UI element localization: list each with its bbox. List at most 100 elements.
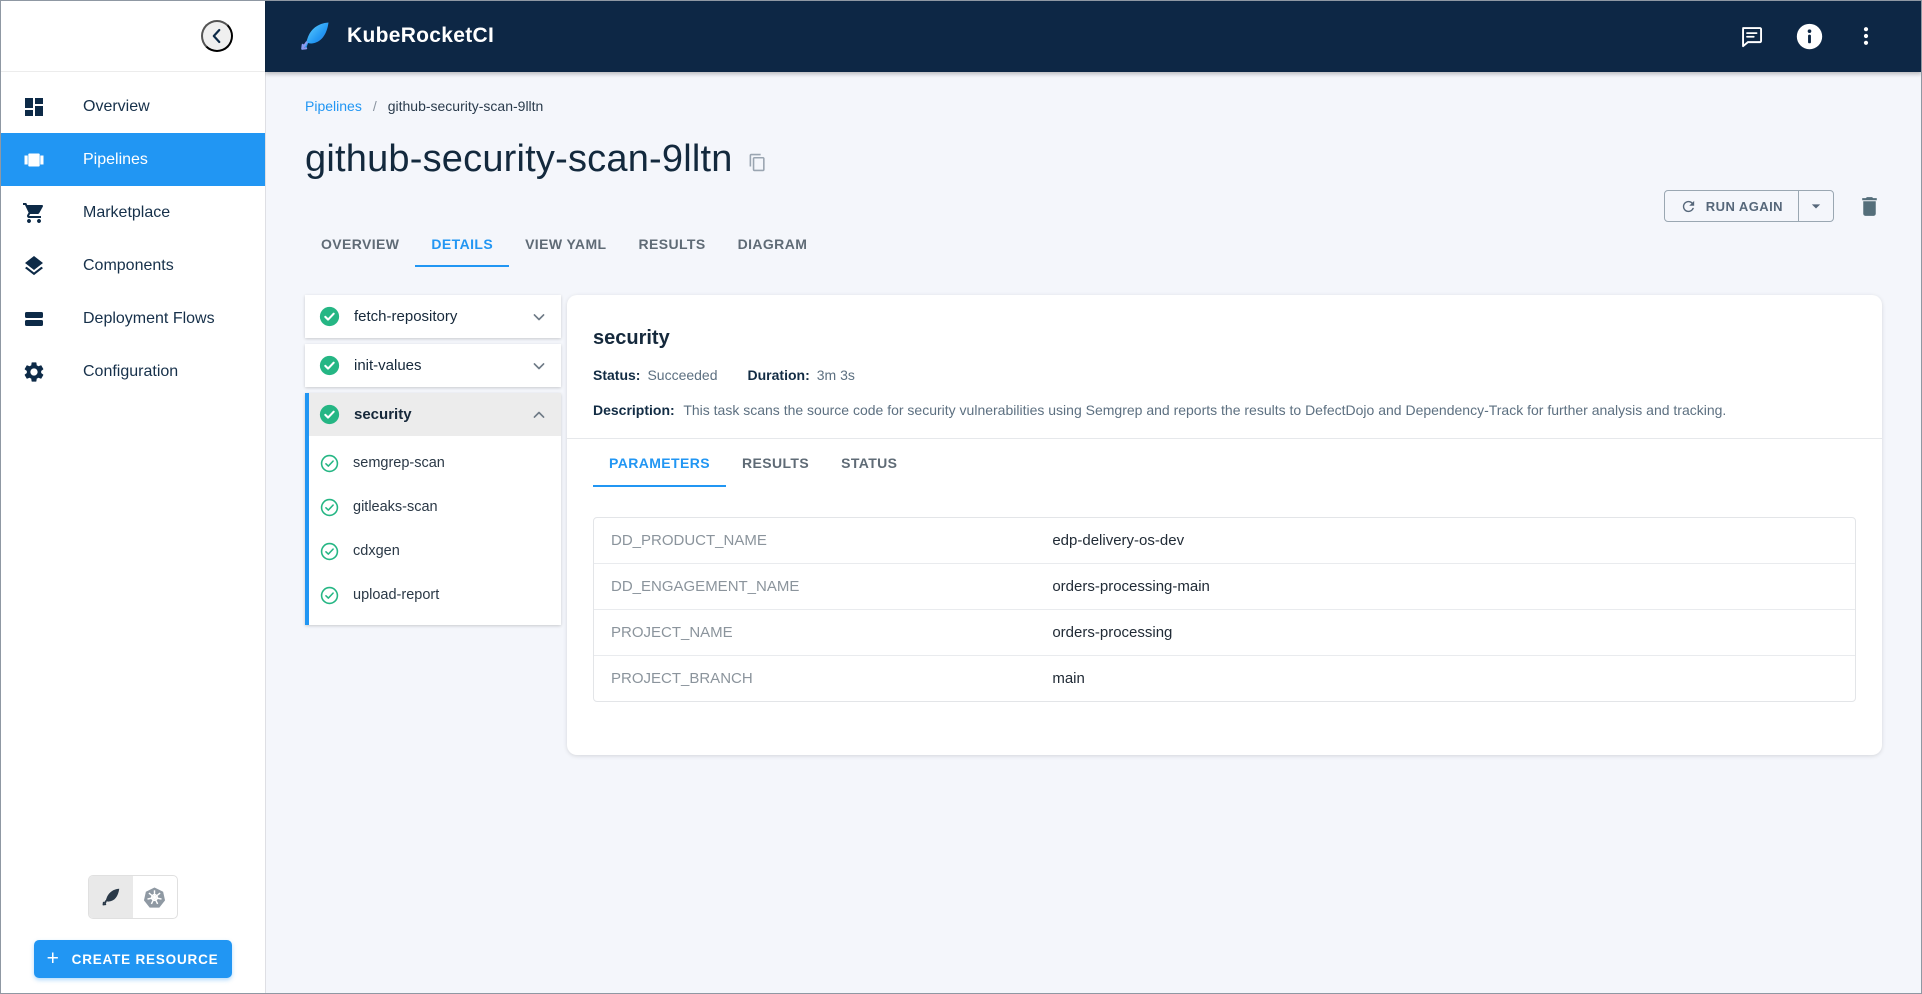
kubernetes-view-toggle[interactable] (133, 876, 177, 918)
sidebar-footer: + CREATE RESOURCE (0, 875, 265, 994)
param-key: PROJECT_NAME (611, 624, 733, 642)
sidebar-item-label: Pipelines (83, 150, 148, 168)
sidebar-item-components[interactable]: Components (0, 239, 265, 292)
parameters-table: DD_PRODUCT_NAME edp-delivery-os-dev DD_E… (593, 517, 1856, 703)
task-fetch-repository: fetch-repository (305, 295, 561, 338)
table-row: PROJECT_NAME orders-processing (594, 609, 1855, 655)
tab-diagram[interactable]: DIAGRAM (722, 221, 824, 267)
sidebar: Overview Pipelines Marketplace Component… (0, 0, 265, 994)
param-value: main (1052, 670, 1085, 688)
param-value: edp-delivery-os-dev (1052, 532, 1185, 550)
sidebar-item-label: Overview (83, 97, 150, 115)
step-row-upload-report[interactable]: upload-report (309, 573, 561, 617)
pipelines-icon (22, 148, 46, 172)
caret-down-icon (1806, 196, 1826, 216)
sidebar-item-deployment-flows[interactable]: Deployment Flows (0, 292, 265, 345)
sidebar-header (0, 0, 265, 72)
breadcrumb: Pipelines / github-security-scan-9lltn (305, 98, 1882, 114)
page-content: Pipelines / github-security-scan-9lltn R… (265, 72, 1922, 994)
plus-icon: + (46, 946, 60, 970)
chevron-down-icon (529, 307, 549, 327)
sidebar-item-label: Deployment Flows (83, 309, 215, 327)
sidebar-item-label: Marketplace (83, 203, 171, 221)
task-security-group: security semgrep-scan gitleaks-scan cdxg… (305, 393, 561, 625)
description-value: This task scans the source code for secu… (683, 402, 1727, 418)
page-toolbar: RUN AGAIN (1663, 190, 1882, 222)
tab-view-yaml[interactable]: VIEW YAML (509, 221, 622, 267)
check-circle-icon (319, 355, 340, 376)
pipeline-tabs: OVERVIEW DETAILS VIEW YAML RESULTS DIAGR… (305, 221, 1882, 267)
run-again-button[interactable]: RUN AGAIN (1665, 191, 1798, 221)
task-detail-title: security (593, 327, 670, 349)
task-detail-card: security Status: Succeeded Duration: 3m … (567, 295, 1882, 755)
check-circle-icon (319, 306, 340, 327)
copy-icon (748, 153, 767, 172)
brand: KubeRocketCI (297, 18, 494, 54)
sidebar-item-configuration[interactable]: Configuration (0, 345, 265, 398)
task-name: security (354, 406, 412, 423)
check-outline-icon (320, 498, 339, 517)
step-row-gitleaks-scan[interactable]: gitleaks-scan (309, 485, 561, 529)
check-circle-icon (319, 404, 340, 425)
copy-name-button[interactable] (748, 153, 767, 172)
table-row: DD_ENGAGEMENT_NAME orders-processing-mai… (594, 563, 1855, 609)
subtab-parameters[interactable]: PARAMETERS (593, 439, 726, 488)
step-name: semgrep-scan (353, 455, 445, 471)
run-again-split-button: RUN AGAIN (1663, 190, 1834, 222)
param-value: orders-processing-main (1052, 578, 1210, 596)
app-title: KubeRocketCI (347, 24, 495, 47)
kebab-menu-icon (1854, 24, 1878, 48)
param-key: PROJECT_BRANCH (611, 670, 753, 688)
task-name: init-values (354, 357, 422, 374)
tab-details[interactable]: DETAILS (415, 221, 510, 267)
status-label: Status: (593, 367, 641, 383)
sidebar-item-pipelines[interactable]: Pipelines (0, 133, 265, 186)
step-row-semgrep-scan[interactable]: semgrep-scan (309, 441, 561, 485)
task-row-fetch-repository[interactable]: fetch-repository (305, 295, 561, 338)
run-again-dropdown-button[interactable] (1798, 191, 1833, 221)
sidebar-item-overview[interactable]: Overview (0, 80, 265, 133)
create-resource-button[interactable]: + CREATE RESOURCE (33, 940, 232, 978)
info-button[interactable] (1795, 22, 1824, 51)
status-value: Succeeded (647, 367, 718, 383)
app-header: KubeRocketCI (265, 0, 1922, 72)
trash-icon (1857, 194, 1882, 219)
step-row-cdxgen[interactable]: cdxgen (309, 529, 561, 573)
kubernetes-view-icon (143, 886, 166, 909)
step-name: cdxgen (353, 543, 400, 559)
tab-overview[interactable]: OVERVIEW (305, 221, 415, 267)
stack-icon (22, 307, 46, 331)
breadcrumb-current: github-security-scan-9lltn (387, 98, 544, 114)
task-row-init-values[interactable]: init-values (305, 344, 561, 387)
param-value: orders-processing (1052, 624, 1173, 642)
duration-label: Duration: (747, 367, 810, 383)
chevron-down-icon (529, 356, 549, 376)
delete-pipeline-button[interactable] (1857, 194, 1882, 219)
breadcrumb-pipelines-link[interactable]: Pipelines (305, 98, 362, 114)
chevron-left-icon (206, 25, 228, 47)
task-row-security[interactable]: security (309, 393, 561, 436)
feather-logo-icon (297, 18, 333, 54)
sidebar-item-label: Components (83, 256, 174, 274)
sidebar-nav: Overview Pipelines Marketplace Component… (0, 72, 265, 398)
status-row: Status: Succeeded Duration: 3m 3s (593, 367, 1856, 383)
sidebar-collapse-button[interactable] (201, 19, 233, 52)
feedback-button[interactable] (1738, 23, 1765, 50)
more-menu-button[interactable] (1854, 24, 1878, 48)
chevron-up-icon (529, 405, 549, 425)
chat-icon (1738, 23, 1765, 50)
page-title: github-security-scan-9lltn (305, 138, 733, 180)
tab-results[interactable]: RESULTS (622, 221, 721, 267)
subtab-status[interactable]: STATUS (825, 439, 913, 487)
page-title-row: github-security-scan-9lltn (305, 138, 1882, 181)
create-resource-label: CREATE RESOURCE (71, 951, 219, 967)
description-label: Description: (593, 402, 675, 418)
feather-view-toggle[interactable] (88, 876, 133, 918)
check-outline-icon (320, 542, 339, 561)
sidebar-item-marketplace[interactable]: Marketplace (0, 186, 265, 239)
view-toggle-group (87, 875, 178, 919)
task-list: fetch-repository init-values security se… (305, 295, 561, 631)
table-row: PROJECT_BRANCH main (594, 655, 1855, 701)
subtab-results[interactable]: RESULTS (726, 439, 825, 487)
step-name: gitleaks-scan (353, 499, 438, 515)
